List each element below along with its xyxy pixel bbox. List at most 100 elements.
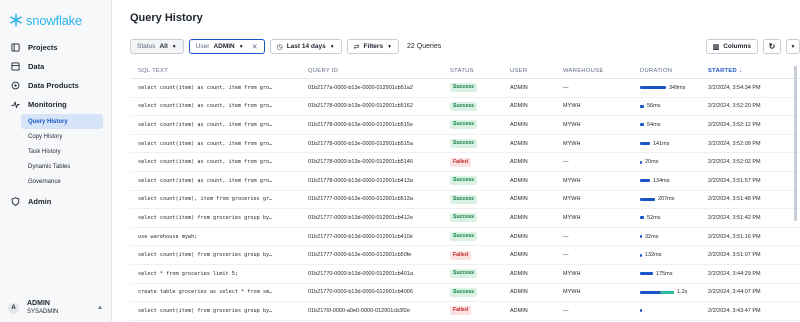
- started-cell: 2/2/2024, 3:54:34 PM: [708, 84, 761, 91]
- nav-monitoring[interactable]: Monitoring: [0, 95, 111, 114]
- nav-admin[interactable]: Admin: [0, 192, 111, 211]
- clear-filter-icon[interactable]: ✕: [252, 43, 258, 51]
- table-row[interactable]: select count(item) as count, item from g…: [130, 98, 800, 117]
- nav-data-products[interactable]: Data Products: [0, 76, 111, 95]
- chevron-down-icon: ▼: [790, 43, 796, 50]
- table-row[interactable]: select * from groceries limit 5; 01b21770…: [130, 265, 800, 284]
- table-row[interactable]: select count(item) as count, item from g…: [130, 153, 800, 172]
- duration-value: 1.2s: [677, 289, 688, 296]
- more-options-button[interactable]: ▼: [786, 39, 800, 54]
- nav-data[interactable]: Data: [0, 57, 111, 76]
- page-title: Query History: [130, 12, 203, 24]
- started-cell: 2/2/2024, 3:51:48 PM: [708, 196, 761, 203]
- warehouse-cell: MYWH: [563, 177, 581, 184]
- sub-copy-history[interactable]: Copy History: [21, 129, 103, 144]
- table-row[interactable]: select count(item) as count, item from g…: [130, 172, 800, 191]
- columns-button[interactable]: ▥ Columns: [705, 39, 758, 54]
- status-cell: Failed: [446, 250, 506, 260]
- table-row[interactable]: create table groceries as select * from …: [130, 284, 800, 303]
- duration-cell: 54ms: [636, 122, 704, 128]
- col-started[interactable]: STARTED ↓: [704, 68, 800, 74]
- status-cell: Success: [446, 83, 506, 93]
- user-name: ADMIN: [27, 300, 50, 307]
- columns-label: Columns: [723, 43, 751, 50]
- sub-dynamic-tables[interactable]: Dynamic Tables: [21, 159, 103, 174]
- started-cell: 2/2/2024, 3:51:07 PM: [708, 252, 761, 259]
- sub-query-history[interactable]: Query History: [21, 114, 103, 129]
- col-user[interactable]: USER: [506, 68, 559, 74]
- duration-cell: 32ms: [636, 234, 704, 240]
- status-filter[interactable]: Status All ▼: [130, 39, 184, 54]
- col-sql-text[interactable]: SQL TEXT: [130, 68, 300, 74]
- user-cell: ADMIN: [510, 159, 528, 166]
- nav-label: Data Products: [28, 81, 79, 90]
- refresh-icon: ↻: [768, 42, 776, 51]
- nav-projects[interactable]: Projects: [0, 38, 111, 57]
- duration-value: 349ms: [669, 84, 686, 91]
- warehouse-cell: MYWH: [563, 289, 581, 296]
- duration-cell: 141ms: [636, 141, 704, 147]
- started-cell: 2/2/2024, 3:44:29 PM: [708, 270, 761, 277]
- filters-button[interactable]: ⇄ Filters ▼: [346, 39, 400, 54]
- sql-text-cell: select count(item) as count, item from g…: [138, 121, 273, 128]
- sql-text-cell: use warehouse mywh;: [138, 233, 198, 240]
- duration-cell: 56ms: [636, 103, 704, 109]
- refresh-button[interactable]: ↻: [763, 39, 781, 54]
- duration-bar: [640, 142, 650, 146]
- col-status[interactable]: STATUS: [446, 68, 506, 74]
- date-range-filter[interactable]: ◷ Last 14 days ▼: [269, 39, 342, 54]
- col-warehouse[interactable]: WAREHOUSE: [559, 68, 636, 74]
- started-cell: 2/2/2024, 3:52:02 PM: [708, 159, 761, 166]
- status-badge: Success: [450, 101, 478, 111]
- table-row[interactable]: select count(item), item from groceries …: [130, 191, 800, 210]
- status-cell: Success: [446, 139, 506, 149]
- data-products-icon: [11, 81, 20, 90]
- user-role: SYSADMIN: [27, 309, 59, 315]
- table-row[interactable]: select count(item) from groceries group …: [130, 246, 800, 265]
- table-row[interactable]: select count(item) as count, item from g…: [130, 135, 800, 154]
- status-badge: Success: [450, 232, 478, 242]
- duration-bar: [640, 272, 653, 276]
- snowflake-logo[interactable]: snowflake: [0, 0, 111, 30]
- clock-icon: ◷: [276, 43, 283, 51]
- user-filter-value: ADMIN: [213, 43, 235, 50]
- table-row[interactable]: select count(item) as count, item from g…: [130, 79, 800, 98]
- user-cell: ADMIN: [510, 177, 528, 184]
- duration-bar: [640, 160, 642, 164]
- table-row[interactable]: select count(item) as count, item from g…: [130, 116, 800, 135]
- started-cell: 2/2/2024, 3:52:20 PM: [708, 103, 761, 110]
- user-filter[interactable]: User ADMIN ▼ ✕: [188, 39, 265, 54]
- duration-bar: [640, 86, 666, 90]
- sub-governance[interactable]: Governance: [21, 174, 103, 189]
- query-id-cell: 01b21778-0000-b13d-0000-012901cb413a: [308, 177, 413, 184]
- duration-bar: [640, 290, 674, 294]
- duration-bar: [640, 197, 655, 201]
- user-menu[interactable]: A ADMIN SYSADMIN ▲: [8, 300, 103, 316]
- user-cell: ADMIN: [510, 103, 528, 110]
- table-body: select count(item) as count, item from g…: [130, 79, 800, 321]
- query-id-cell: 01b21777-0000-b13e-0000-012901cb513a: [308, 196, 413, 203]
- table-row[interactable]: select count(item) from groceries group …: [130, 302, 800, 321]
- col-query-id[interactable]: QUERY ID: [300, 68, 446, 74]
- col-duration[interactable]: DURATION: [636, 68, 704, 74]
- warehouse-cell: —: [563, 159, 569, 166]
- duration-bar: [640, 253, 642, 257]
- projects-icon: [11, 43, 20, 52]
- started-cell: 2/2/2024, 3:43:47 PM: [708, 307, 761, 314]
- duration-cell: 132ms: [636, 252, 704, 258]
- query-id-cell: 01b21778-0000-b13e-0000-012901cb5162: [308, 103, 413, 110]
- query-id-cell: 01b21778-0000-b13e-0000-012901cb515e: [308, 121, 413, 128]
- sql-text-cell: select count(item) as count, item from g…: [138, 84, 273, 91]
- duration-value: 56ms: [647, 103, 661, 110]
- status-badge: Success: [450, 213, 478, 223]
- status-badge: Success: [450, 120, 478, 130]
- table-row[interactable]: select count(item) from groceries group …: [130, 209, 800, 228]
- warehouse-cell: —: [563, 252, 569, 259]
- status-cell: Success: [446, 269, 506, 279]
- scrollbar[interactable]: [794, 66, 797, 221]
- warehouse-cell: —: [563, 233, 569, 240]
- chevron-down-icon: ▼: [329, 43, 335, 50]
- sql-text-cell: select count(item) as count, item from g…: [138, 140, 273, 147]
- table-row[interactable]: use warehouse mywh; 01b21777-0000-b13d-00…: [130, 228, 800, 247]
- sub-task-history[interactable]: Task History: [21, 144, 103, 159]
